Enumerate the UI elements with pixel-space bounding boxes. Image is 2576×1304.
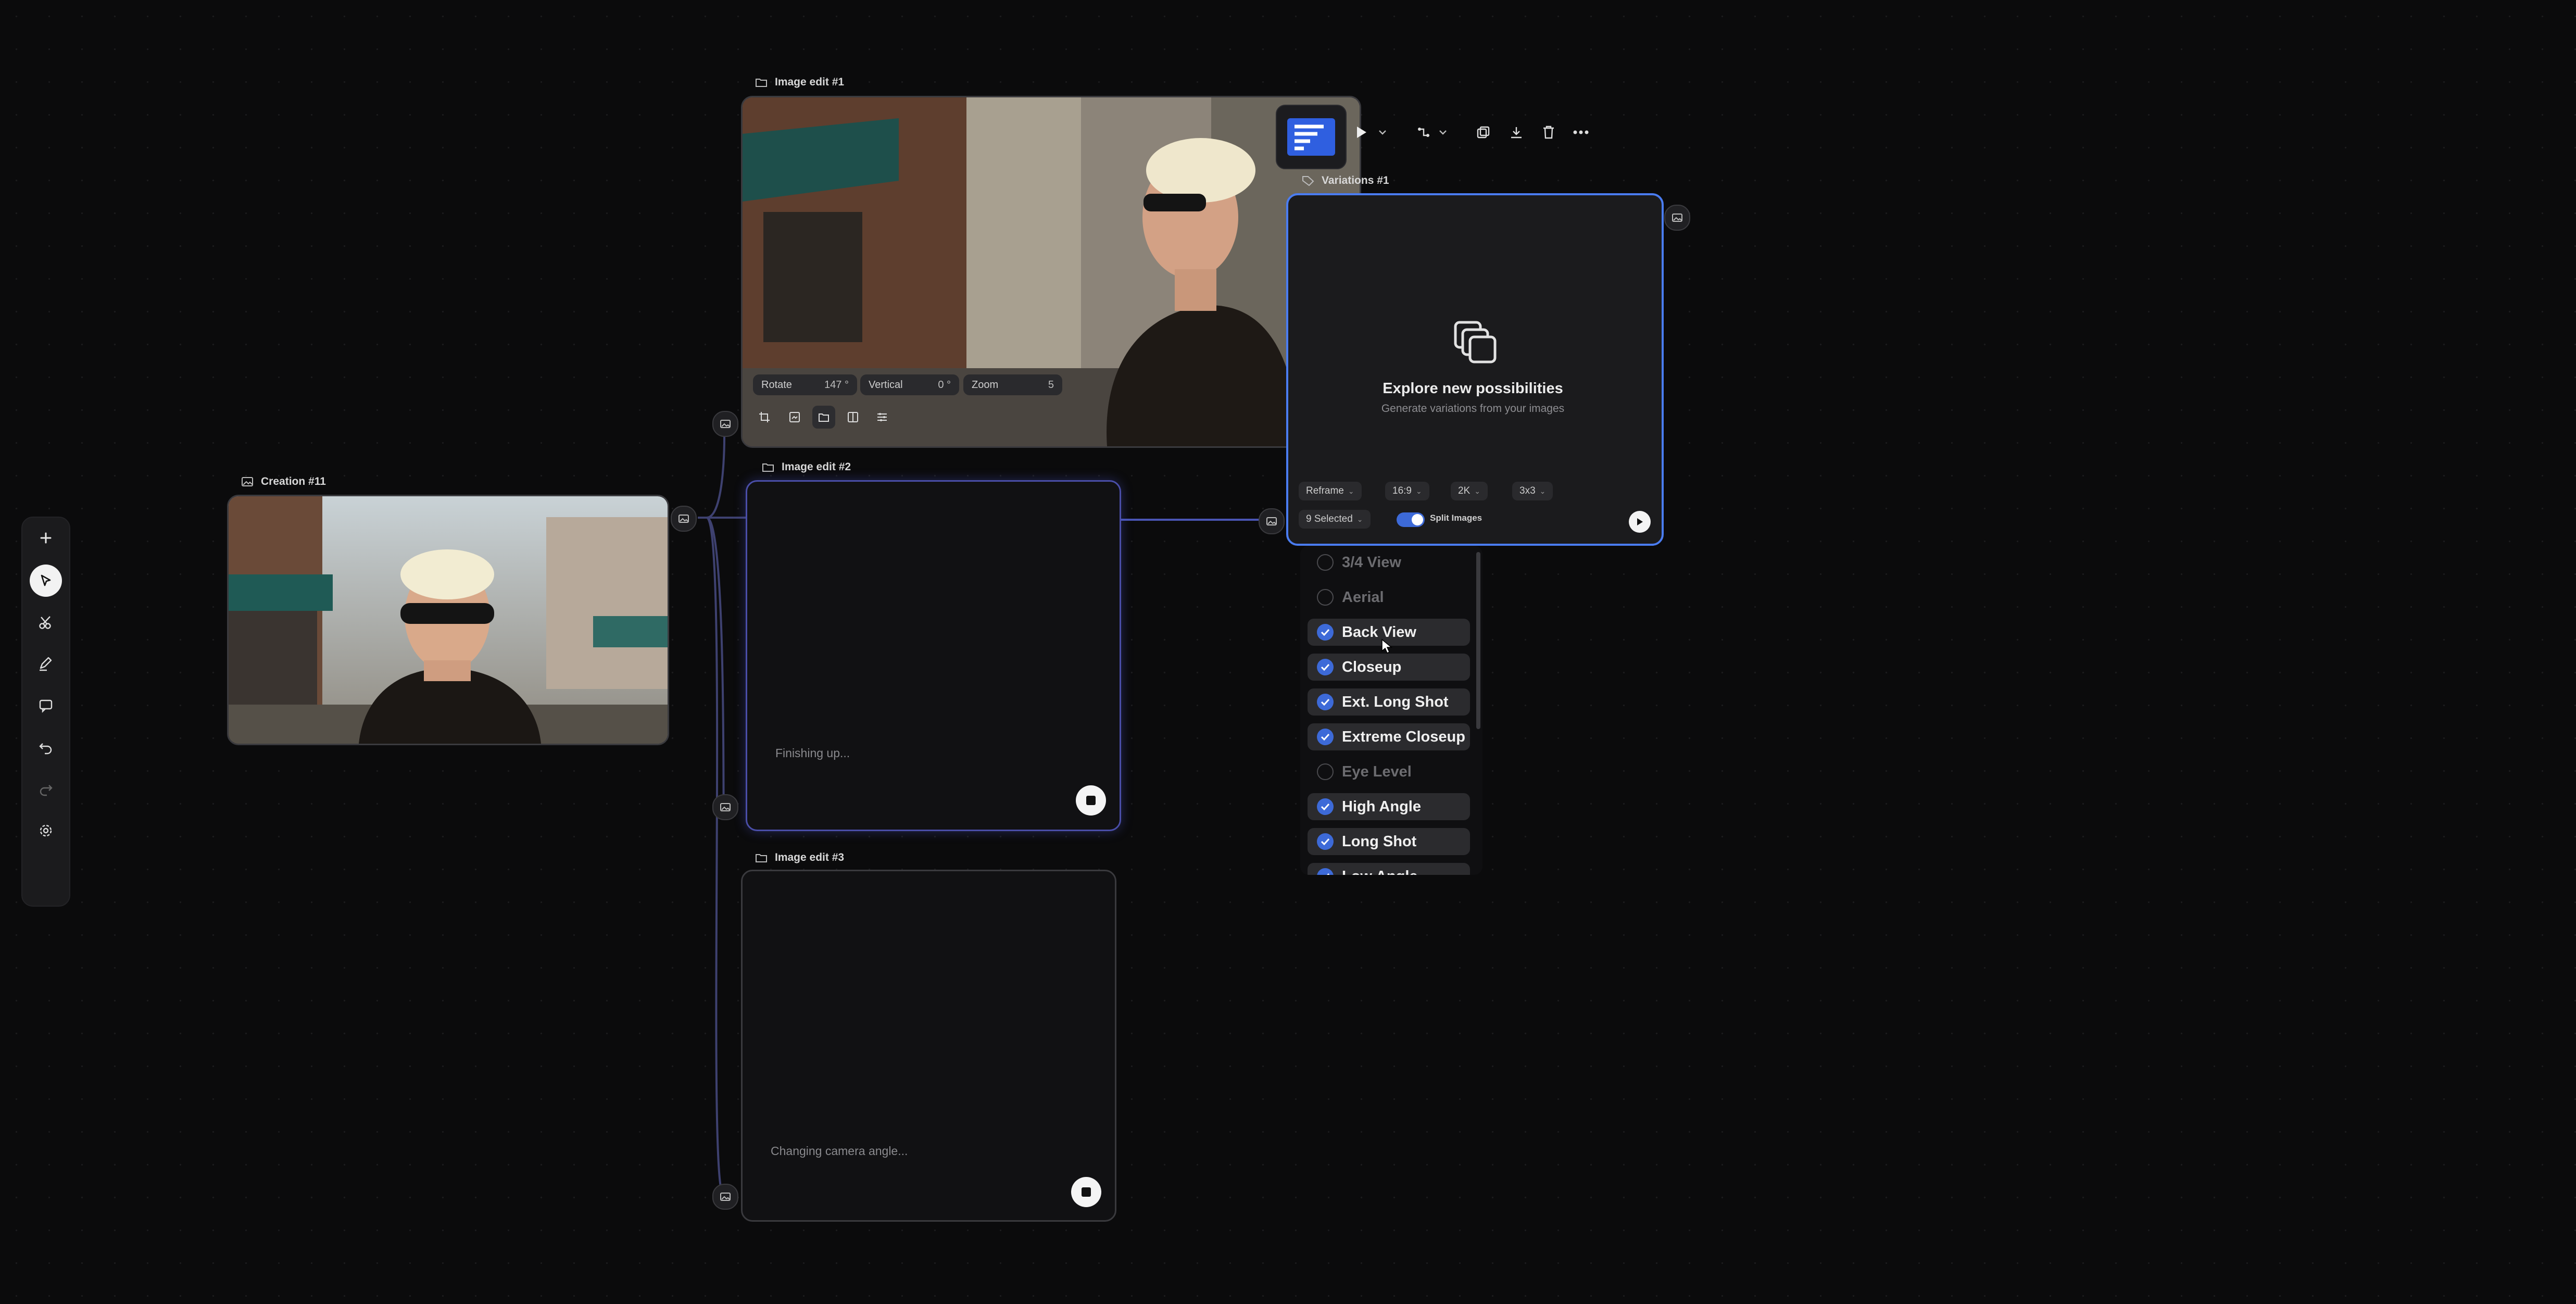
app-logo <box>1276 105 1347 169</box>
check-icon <box>1317 659 1334 675</box>
check-icon <box>1317 729 1334 745</box>
camera-angle-icon[interactable] <box>812 406 835 429</box>
connect-icon[interactable] <box>1412 121 1435 144</box>
run-icon[interactable] <box>1350 121 1373 144</box>
check-icon <box>1317 624 1334 641</box>
edit2-status: Finishing up... <box>775 746 850 760</box>
stop-button[interactable] <box>1071 1177 1101 1207</box>
edit2-input-port[interactable] <box>712 794 738 820</box>
checkbox-icon <box>1317 554 1334 571</box>
chevron-down-icon: ⌄ <box>1348 486 1354 495</box>
variations-card[interactable]: Explore new possibilities Generate varia… <box>1286 193 1664 546</box>
check-icon <box>1317 833 1334 850</box>
edit3-card[interactable]: Changing camera angle... <box>741 870 1116 1222</box>
play-icon <box>1637 518 1643 525</box>
download-icon[interactable] <box>1505 121 1528 144</box>
node-title-edit3: Image edit #3 <box>755 850 844 866</box>
dropdown-option[interactable]: Extreme Closeup <box>1308 723 1470 750</box>
adjust-icon[interactable] <box>871 406 894 429</box>
vertical-control[interactable]: Vertical 0 ° <box>860 374 959 395</box>
edit-image-icon[interactable] <box>783 406 806 429</box>
rotate-control[interactable]: Rotate 147 ° <box>753 374 857 395</box>
dropdown-option[interactable]: 3/4 View <box>1308 549 1470 576</box>
edit3-input-port[interactable] <box>712 1184 738 1210</box>
crop-icon[interactable] <box>753 406 776 429</box>
chevron-down-icon: ⌄ <box>1415 486 1422 495</box>
chevron-down-icon[interactable] <box>1435 121 1451 144</box>
edit1-image-card[interactable]: Rotate 147 ° Vertical 0 ° Zoom 5 <box>741 96 1361 448</box>
compare-icon[interactable] <box>841 406 864 429</box>
image-icon <box>678 515 689 523</box>
dropdown-option[interactable]: Ext. Long Shot <box>1308 688 1470 716</box>
tag-icon <box>1302 176 1314 186</box>
checkbox-icon <box>1317 589 1334 606</box>
dropdown-option[interactable]: High Angle <box>1308 793 1470 820</box>
image-icon <box>242 477 253 486</box>
generate-button[interactable] <box>1629 511 1651 533</box>
node-title-edit2: Image edit #2 <box>762 459 851 475</box>
stack-icon <box>1454 321 1497 363</box>
camera-angle-dropdown: 3/4 View Aerial Back View Closeup Ext. L… <box>1300 546 1482 875</box>
undo-icon[interactable] <box>30 731 62 763</box>
zoom-control[interactable]: Zoom 5 <box>963 374 1062 395</box>
split-images-label: Split Images <box>1430 513 1482 523</box>
dropdown-option[interactable]: Long Shot <box>1308 828 1470 855</box>
node-title-edit1: Image edit #1 <box>755 74 844 90</box>
folder-icon <box>762 463 774 472</box>
variations-input-port[interactable] <box>1259 508 1285 534</box>
comment-icon[interactable] <box>30 689 62 722</box>
dropdown-scrollbar[interactable] <box>1476 552 1480 729</box>
cut-icon[interactable] <box>30 606 62 638</box>
mode-select[interactable]: Reframe ⌄ <box>1299 482 1362 500</box>
check-icon <box>1317 798 1334 815</box>
image-icon <box>720 1193 731 1201</box>
image-icon <box>720 420 731 428</box>
chevron-down-icon[interactable] <box>1375 121 1390 144</box>
dropdown-option[interactable]: Eye Level <box>1308 758 1470 785</box>
creation-image-card[interactable] <box>227 495 669 745</box>
chevron-down-icon: ⌄ <box>1356 515 1363 523</box>
dropdown-option[interactable]: Closeup <box>1308 654 1470 681</box>
image-icon <box>1266 517 1277 525</box>
duplicate-icon[interactable] <box>1472 121 1494 144</box>
variations-heading: Explore new possibilities <box>1383 380 1563 397</box>
pen-icon[interactable] <box>30 648 62 680</box>
mouse-cursor-icon <box>1381 638 1392 654</box>
dropdown-option[interactable]: Low Angle <box>1308 863 1470 875</box>
node-title-creation: Creation #11 <box>241 474 326 490</box>
resolution-select[interactable]: 2K ⌄ <box>1451 482 1488 500</box>
creation-output-port[interactable] <box>671 506 697 532</box>
variations-output-port[interactable] <box>1664 205 1690 231</box>
delete-icon[interactable] <box>1537 121 1560 144</box>
redo-icon[interactable] <box>30 773 62 805</box>
select-icon[interactable] <box>30 565 62 597</box>
chevron-down-icon: ⌄ <box>1474 486 1480 495</box>
checkbox-icon <box>1317 763 1334 780</box>
edit3-status: Changing camera angle... <box>771 1144 908 1158</box>
folder-icon <box>756 79 767 87</box>
stop-button[interactable] <box>1076 785 1106 816</box>
image-icon <box>720 803 731 811</box>
grid-select[interactable]: 3x3 ⌄ <box>1512 482 1553 500</box>
folder-icon <box>756 854 767 862</box>
dropdown-option[interactable]: Aerial <box>1308 584 1470 611</box>
check-icon <box>1317 694 1334 710</box>
portrait-photo <box>229 496 668 744</box>
left-toolbar <box>21 517 70 907</box>
settings-icon[interactable] <box>30 814 62 847</box>
edit2-card[interactable]: Finishing up... <box>746 480 1121 831</box>
check-icon <box>1317 868 1334 875</box>
node-title-variations: Variations #1 <box>1302 173 1389 189</box>
split-images-toggle[interactable] <box>1397 512 1425 527</box>
angles-select[interactable]: 9 Selected ⌄ <box>1299 510 1371 529</box>
edit1-input-port[interactable] <box>712 411 738 437</box>
floating-node-toolbar <box>1276 102 1609 169</box>
chevron-down-icon: ⌄ <box>1539 486 1546 495</box>
image-icon <box>1672 214 1682 222</box>
plus-icon[interactable] <box>30 522 62 554</box>
more-icon[interactable] <box>1569 121 1592 144</box>
variations-subheading: Generate variations from your images <box>1381 403 1565 415</box>
ratio-select[interactable]: 16:9 ⌄ <box>1385 482 1429 500</box>
